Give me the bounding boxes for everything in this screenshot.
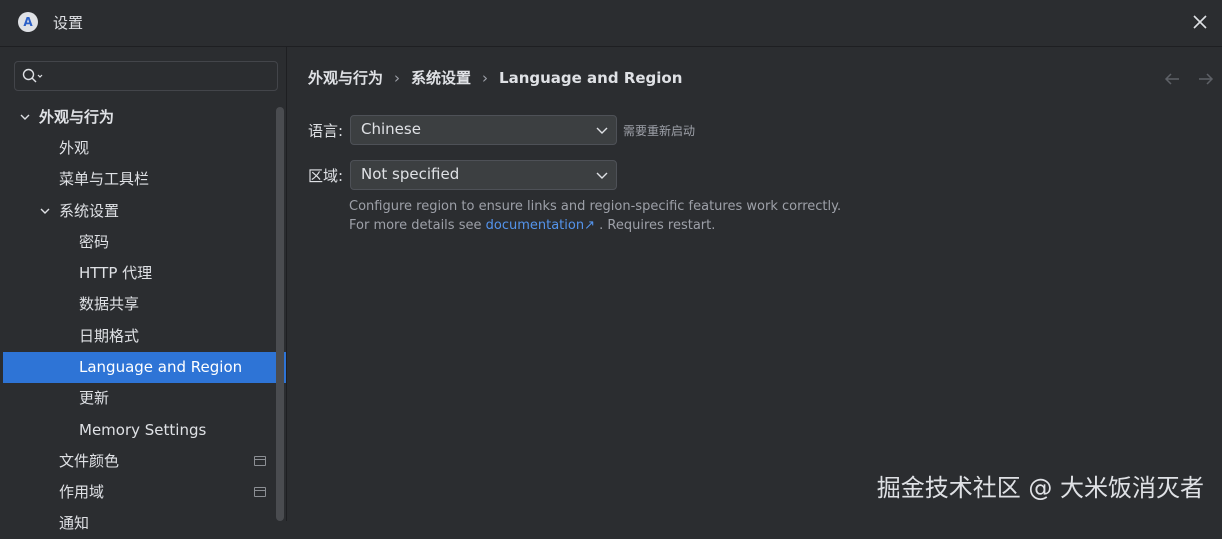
external-link-icon: ↗ xyxy=(584,218,595,233)
language-select[interactable]: Chinese xyxy=(350,115,617,145)
project-level-icon xyxy=(254,487,266,497)
title-bar: A 设置 xyxy=(0,0,1222,47)
sidebar-item-label: Language and Region xyxy=(79,358,243,376)
android-studio-logo-icon: A xyxy=(18,12,38,32)
sidebar-item-label: 外观 xyxy=(59,139,90,157)
sidebar-scrollbar[interactable] xyxy=(276,107,284,521)
sidebar-item-scopes[interactable]: 作用域 xyxy=(3,477,286,508)
back-arrow-icon[interactable] xyxy=(1163,71,1181,87)
settings-sidebar: 外观与行为 外观 菜单与工具栏 系统设置 密码 HTTP 代理 数据共享 日期格… xyxy=(0,47,287,532)
documentation-link[interactable]: documentation xyxy=(486,218,584,233)
sidebar-item-label: Memory Settings xyxy=(79,421,207,439)
region-details-prefix: For more details see xyxy=(349,218,482,233)
sidebar-item-label: 更新 xyxy=(79,389,110,407)
sidebar-item-label: 数据共享 xyxy=(79,295,140,313)
breadcrumb-item[interactable]: 系统设置 xyxy=(411,69,471,87)
sidebar-item-label: 外观与行为 xyxy=(39,108,115,126)
sidebar-item-label: HTTP 代理 xyxy=(79,264,153,282)
restart-required-hint: 需要重新启动 xyxy=(623,124,696,138)
sidebar-item-http-proxy[interactable]: HTTP 代理 xyxy=(3,258,286,289)
sidebar-item-label: 通知 xyxy=(59,514,90,532)
sidebar-item-label: 日期格式 xyxy=(79,327,140,345)
region-label: 区域: xyxy=(308,167,344,185)
chevron-right-icon: › xyxy=(394,69,401,87)
settings-content: 外观与行为 › 系统设置 › Language and Region 语言: Chine… xyxy=(287,47,1222,521)
sidebar-item-appearance[interactable]: 外观 xyxy=(3,133,286,164)
sidebar-item-appearance-behavior[interactable]: 外观与行为 xyxy=(3,102,286,133)
sidebar-item-memory-settings[interactable]: Memory Settings xyxy=(3,415,286,446)
close-icon[interactable] xyxy=(1188,10,1212,34)
sidebar-item-language-region[interactable]: Language and Region xyxy=(3,352,286,383)
search-icon xyxy=(22,68,43,83)
chevron-down-icon xyxy=(596,127,608,134)
region-details-suffix: . Requires restart. xyxy=(599,218,716,233)
sidebar-item-label: 密码 xyxy=(79,233,110,251)
sidebar-item-passwords[interactable]: 密码 xyxy=(3,227,286,258)
sidebar-item-system-settings[interactable]: 系统设置 xyxy=(3,196,286,227)
region-value: Not specified xyxy=(361,165,460,183)
breadcrumb-item: Language and Region xyxy=(499,69,683,87)
sidebar-item-data-sharing[interactable]: 数据共享 xyxy=(3,289,286,320)
chevron-down-icon xyxy=(40,208,50,214)
sidebar-item-date-formats[interactable]: 日期格式 xyxy=(3,321,286,352)
window-title: 设置 xyxy=(53,14,84,32)
breadcrumb-item[interactable]: 外观与行为 xyxy=(308,69,383,87)
chevron-right-icon: › xyxy=(482,69,489,87)
region-details: For more details see documentation↗ . Re… xyxy=(349,218,715,233)
sidebar-item-label: 菜单与工具栏 xyxy=(59,170,150,188)
sidebar-item-menus-toolbars[interactable]: 菜单与工具栏 xyxy=(3,164,286,195)
sidebar-item-updates[interactable]: 更新 xyxy=(3,383,286,414)
language-value: Chinese xyxy=(361,120,421,138)
region-select[interactable]: Not specified xyxy=(350,160,617,190)
forward-arrow-icon[interactable] xyxy=(1197,71,1215,87)
project-level-icon xyxy=(254,456,266,466)
language-label: 语言: xyxy=(308,122,344,140)
chevron-down-icon xyxy=(20,114,30,120)
sidebar-item-label: 系统设置 xyxy=(59,202,120,220)
chevron-down-icon xyxy=(596,172,608,179)
breadcrumb: 外观与行为 › 系统设置 › Language and Region xyxy=(308,67,682,88)
watermark: 掘金技术社区 @ 大米饭消灭者 xyxy=(876,474,1204,502)
sidebar-item-label: 文件颜色 xyxy=(59,452,120,470)
sidebar-item-label: 作用域 xyxy=(59,483,105,501)
region-description: Configure region to ensure links and reg… xyxy=(349,199,842,214)
sidebar-item-file-colors[interactable]: 文件颜色 xyxy=(3,446,286,477)
settings-search-input[interactable] xyxy=(14,61,278,91)
sidebar-item-notifications[interactable]: 通知 xyxy=(3,508,286,539)
